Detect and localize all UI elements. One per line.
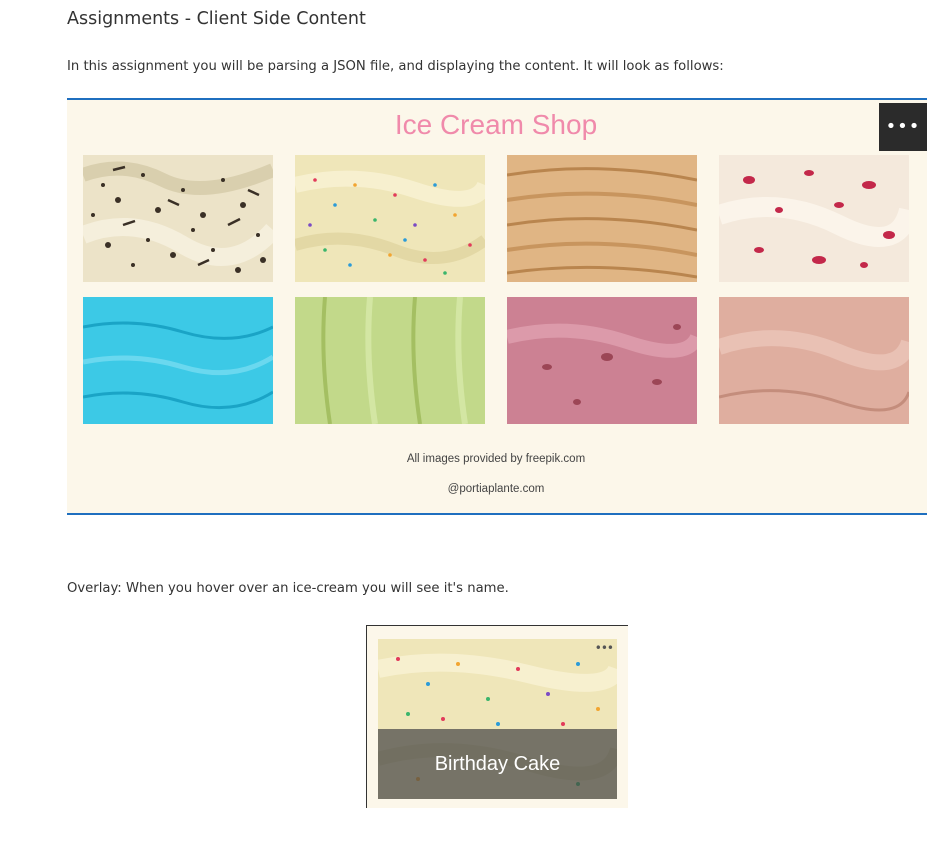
ice-cream-tile-cherry-vanilla[interactable] <box>719 155 909 282</box>
page-title: Assignments - Client Side Content <box>67 9 366 29</box>
ice-cream-shop-embed: Ice Cream Shop ••• All images provided b… <box>67 98 927 515</box>
overlay-ellipsis-icon: ••• <box>594 641 614 655</box>
shop-title: Ice Cream Shop <box>394 109 598 140</box>
ice-cream-tile-blue-moon[interactable] <box>83 297 273 424</box>
assignment-intro: In this assignment you will be parsing a… <box>67 59 724 74</box>
ice-cream-name: Birthday Cake <box>434 753 561 775</box>
ice-cream-tile-caramel[interactable] <box>507 155 697 282</box>
overlay-example-frame: ••• Birthday Cake <box>366 625 628 808</box>
ice-cream-tile-strawberry[interactable] <box>719 297 909 424</box>
ice-cream-tile-birthday-cake[interactable] <box>295 155 485 282</box>
name-overlay: Birthday Cake <box>378 729 617 799</box>
overlay-example-tile[interactable]: ••• Birthday Cake <box>378 639 617 799</box>
more-options-button[interactable]: ••• <box>879 103 927 151</box>
overlay-description: Overlay: When you hover over an ice-crea… <box>67 581 509 596</box>
ellipsis-icon: ••• <box>885 116 921 137</box>
ice-cream-tile-cookies-and-cream[interactable] <box>83 155 273 282</box>
ice-cream-tile-raspberry[interactable] <box>507 297 697 424</box>
image-credit: All images provided by freepik.com <box>406 453 586 465</box>
author-credit: @portiaplante.com <box>447 483 545 495</box>
ice-cream-tile-pistachio[interactable] <box>295 297 485 424</box>
